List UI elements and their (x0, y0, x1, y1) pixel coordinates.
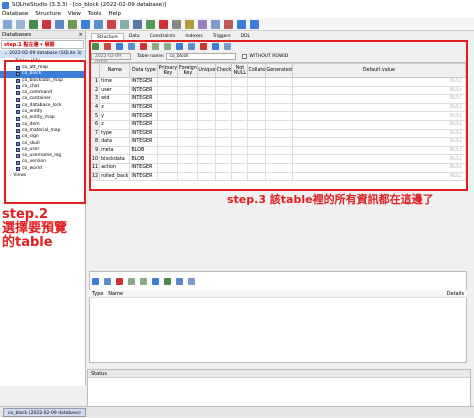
add-unique-icon[interactable] (176, 277, 183, 285)
edit-table-icon[interactable] (94, 19, 103, 29)
tab-indexes[interactable]: Indexes (180, 33, 207, 40)
collations-icon[interactable] (211, 19, 220, 29)
databases-header: Databases × (0, 31, 85, 39)
tab-constraints[interactable]: Constraints (145, 33, 181, 40)
menu-tools[interactable]: Tools (88, 11, 102, 17)
step2-annotation: step.2 選擇要預覽 的table (2, 207, 68, 250)
delete-constraint-button-icon[interactable] (116, 277, 123, 285)
edit-database-icon[interactable] (55, 19, 64, 29)
main-toolbar (0, 18, 474, 31)
database-node[interactable]: ⌄ 2022-02-09 database (SQLite 3) (0, 50, 85, 58)
tab-data[interactable]: Data (124, 33, 145, 40)
window-title: SQLiteStudio (3.3.3) - [co_block (2022-0… (12, 2, 167, 8)
disconnect-icon[interactable] (16, 19, 25, 29)
menu-help[interactable]: Help (108, 11, 121, 17)
import-icon[interactable] (237, 19, 246, 29)
add-fk-icon[interactable] (164, 277, 171, 285)
window-taskbar: co_block (2022-02-09 database) (0, 406, 474, 417)
menu-structure[interactable]: Structure (35, 11, 61, 17)
tab-triggers[interactable]: Triggers (208, 33, 236, 40)
remove-database-icon[interactable] (42, 19, 51, 29)
trigger-icon[interactable] (133, 19, 142, 29)
constraint-up-icon[interactable] (128, 277, 135, 285)
functions-icon[interactable] (198, 19, 207, 29)
step3-annotation: step.3 該table裡的所有資訊都在這邊了 (227, 193, 434, 206)
add-pk-icon[interactable] (152, 277, 159, 285)
index-icon[interactable] (120, 19, 129, 29)
edit-constraint-button-icon[interactable] (104, 277, 111, 285)
tab-ddl[interactable]: DDL (236, 33, 255, 40)
type-column-header[interactable]: Type (92, 291, 103, 297)
delete-table-icon[interactable] (107, 19, 116, 29)
tab-structure[interactable]: Structure (91, 33, 124, 40)
step3-highlight-box (89, 40, 468, 191)
details-column-header[interactable]: Details (447, 290, 464, 297)
view-icon[interactable] (146, 19, 155, 29)
name-column-header[interactable]: Name (108, 291, 123, 297)
add-database-icon[interactable] (29, 19, 38, 29)
menu-bar: Database Structure View Tools Help (0, 10, 474, 18)
constraints-header: Type Name Details (89, 290, 467, 298)
constraints-toolbar (89, 276, 289, 286)
editor-tabs: Structure Data Constraints Indexes Trigg… (91, 33, 255, 40)
add-check-icon[interactable] (188, 277, 195, 285)
export-icon[interactable] (250, 19, 259, 29)
close-icon[interactable]: × (78, 31, 83, 38)
constraint-down-icon[interactable] (140, 277, 147, 285)
filter-input[interactable]: step.1 點左邊 ▾ 展開 (1, 40, 84, 49)
menu-database[interactable]: Database (2, 11, 28, 17)
sql-editor-icon[interactable] (172, 19, 181, 29)
ddl-history-icon[interactable] (185, 19, 194, 29)
connect-icon[interactable] (3, 19, 12, 29)
refresh-icon[interactable] (68, 19, 77, 29)
delete-view-icon[interactable] (159, 19, 168, 29)
new-table-icon[interactable] (81, 19, 90, 29)
title-bar: SQLiteStudio (3.3.3) - [co_block (2022-0… (0, 0, 474, 10)
add-constraint-button-icon[interactable] (92, 277, 99, 285)
app-icon (2, 1, 9, 9)
menu-view[interactable]: View (68, 11, 81, 17)
status-panel: Status (87, 369, 471, 409)
status-header: Status (88, 370, 470, 378)
step2-highlight-box (4, 60, 86, 204)
extensions-icon[interactable] (224, 19, 233, 29)
window-tab-co-block[interactable]: co_block (2022-02-09 database) (3, 408, 86, 417)
